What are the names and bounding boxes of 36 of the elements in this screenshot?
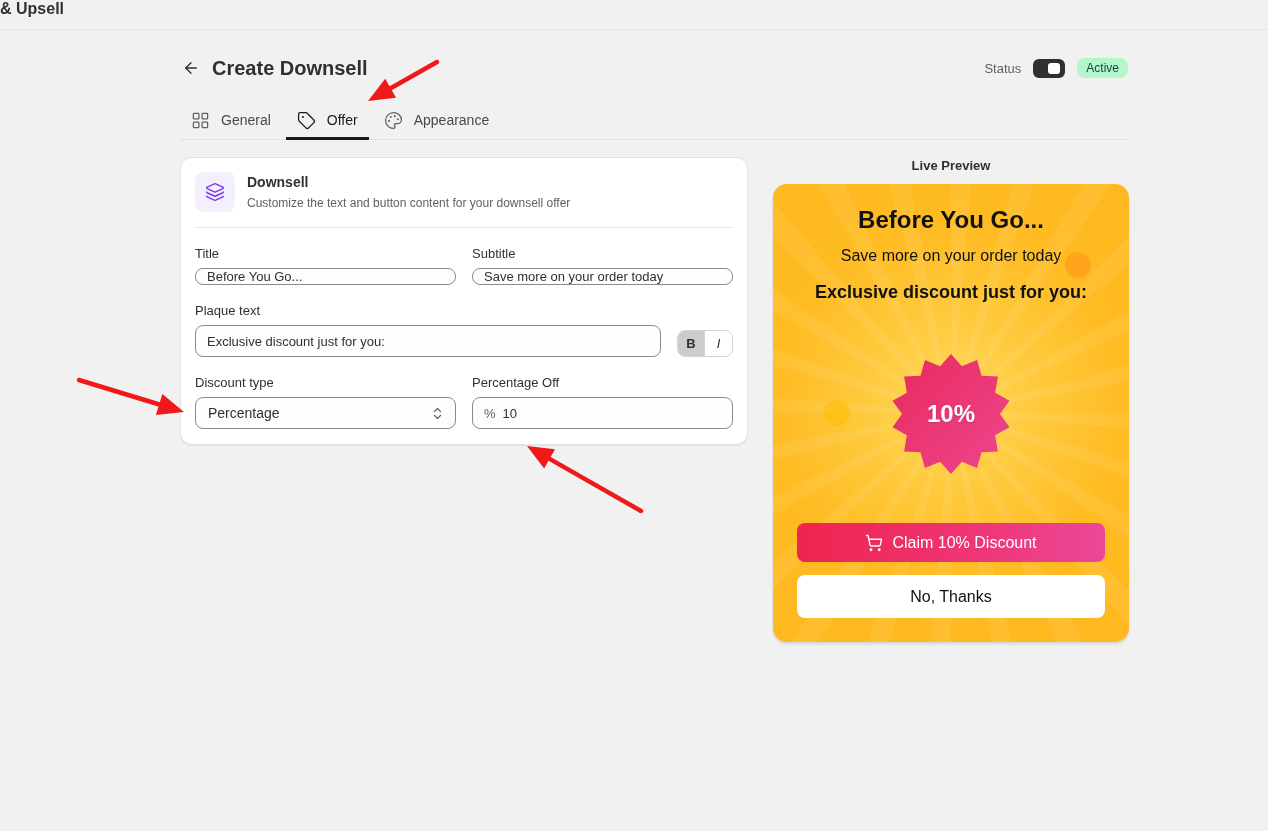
text-input[interactable]: Exclusive discount just for you: <box>195 325 661 357</box>
cart-icon <box>865 533 884 552</box>
grid-icon <box>191 110 210 130</box>
field-label: Discount type <box>195 375 274 391</box>
page-title: Create Downsell <box>212 56 368 80</box>
text-input[interactable]: Save more on your order today <box>472 268 733 285</box>
field-label: Plaque text <box>195 303 261 319</box>
field-label: Percentage Off <box>472 375 560 391</box>
field-label: Title <box>195 246 220 262</box>
layers-icon <box>195 172 235 212</box>
preview-heading: Live Preview <box>911 157 991 175</box>
tag-icon <box>296 110 316 130</box>
select-dropdown[interactable]: Percentage <box>195 397 456 429</box>
number-input[interactable]: % 10 <box>472 397 733 429</box>
status-toggle[interactable] <box>1033 58 1066 78</box>
palette-icon <box>383 110 403 130</box>
tab[interactable]: Offer <box>285 100 369 140</box>
annotation-arrow <box>368 59 440 101</box>
decor-dot <box>1065 252 1091 278</box>
tab[interactable]: Appearance <box>372 100 501 140</box>
preview-subtitle: Save more on your order today <box>840 246 1062 266</box>
discount-percentage: 10% <box>927 400 975 428</box>
status-label: Status <box>984 60 1022 76</box>
text-input[interactable]: Before You Go... <box>195 268 456 285</box>
bold-toggle[interactable]: B <box>678 331 705 356</box>
decline-button[interactable]: No, Thanks <box>797 575 1105 618</box>
preview-plaque: Exclusive discount just for you: <box>814 281 1088 304</box>
claim-button[interactable]: Claim 10% Discount <box>797 523 1105 562</box>
decor-dot <box>824 400 850 426</box>
field-label: Subtitle <box>472 246 516 262</box>
preview-title: Before You Go... <box>858 205 1044 235</box>
section-description: Customize the text and button content for your downsell offer <box>247 195 571 211</box>
app-title: & Upsell <box>0 1 64 17</box>
section-title: Downsell <box>247 173 309 191</box>
status-badge: Active <box>1077 58 1128 78</box>
tab[interactable]: General <box>180 100 282 140</box>
